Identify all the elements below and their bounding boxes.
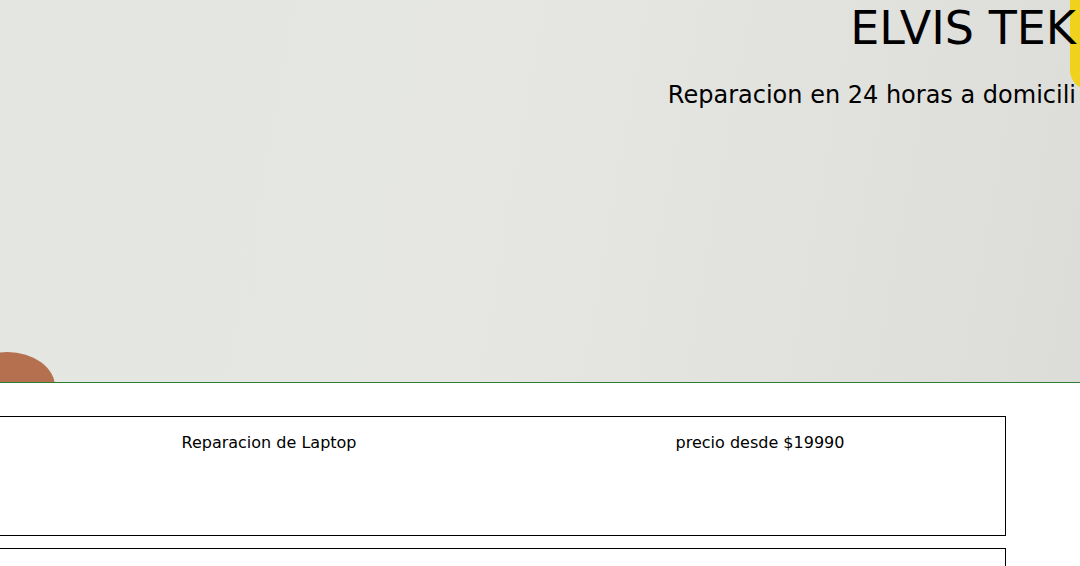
service-list: Reparacion de Laptop precio desde $19990 (0, 416, 1080, 566)
service-card: Reparacion de Laptop precio desde $19990 (0, 416, 1006, 536)
hero-banner: ELVIS TEK Reparacion en 24 horas a domic… (0, 0, 1080, 383)
site-subtitle: Reparacion en 24 horas a domicili (668, 80, 1076, 110)
site-title: ELVIS TEK (850, 0, 1076, 54)
hero-photo-detail (0, 352, 55, 383)
service-price: precio desde $19990 (539, 433, 981, 453)
service-name: Reparacion de Laptop (0, 433, 539, 453)
hero-text: ELVIS TEK Reparacion en 24 horas a domic… (0, 0, 1080, 110)
page: ELVIS TEK Reparacion en 24 horas a domic… (0, 0, 1080, 566)
service-card (0, 548, 1006, 566)
